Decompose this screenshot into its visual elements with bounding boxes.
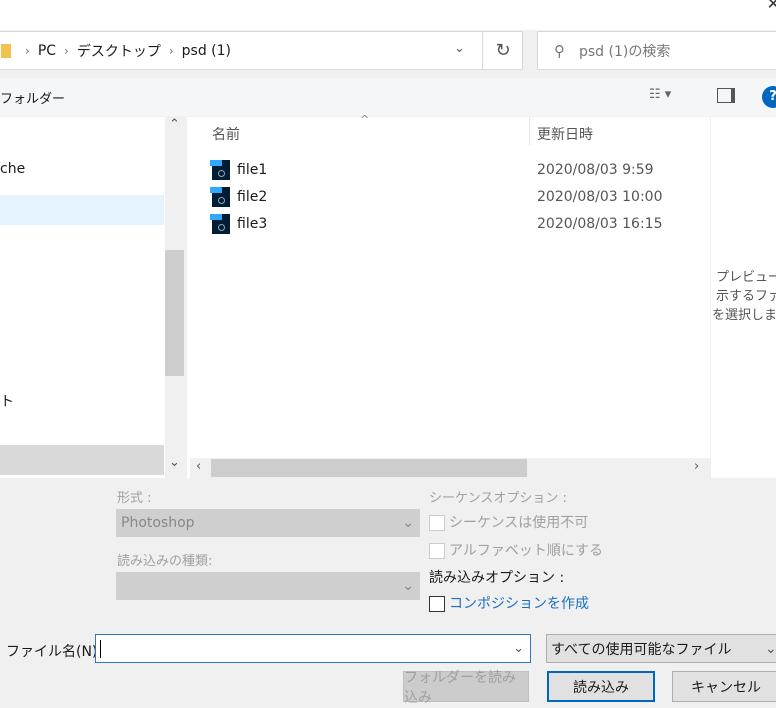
new-folder-button[interactable]: フォルダー <box>0 88 65 107</box>
alphabetical-checkbox[interactable]: アルファベット順にする <box>429 540 603 560</box>
breadcrumb-desktop[interactable]: デスクトップ <box>77 41 161 61</box>
nav-item-highlight[interactable] <box>0 445 164 475</box>
format-select[interactable]: Photoshop ⌄ <box>116 509 420 537</box>
file-name: file3 <box>237 216 268 232</box>
checkbox-label: シーケンスは使用不可 <box>449 515 589 531</box>
chevron-left-icon[interactable]: ‹ <box>196 459 201 474</box>
cancel-button[interactable]: キャンセル <box>672 671 776 702</box>
scrollbar-thumb[interactable] <box>165 250 184 376</box>
checkbox-label: コンポジションを作成 <box>449 596 589 612</box>
import-type-label: 読み込みの種類: <box>117 554 213 569</box>
filename-label: ファイル名(N): <box>6 644 103 660</box>
nav-item-selected[interactable] <box>0 195 164 225</box>
file-name: file1 <box>237 162 268 178</box>
file-list: ^ 名前 更新日時 file1 2020/08/03 9:59 file2 20… <box>187 113 710 478</box>
column-header-date[interactable]: 更新日時 <box>537 124 593 144</box>
chevron-down-icon[interactable]: ⌄ <box>169 455 180 470</box>
preview-pane-icon[interactable] <box>717 88 735 103</box>
search-placeholder: psd (1)の検索 <box>579 43 671 60</box>
nav-item[interactable]: che <box>0 161 25 177</box>
file-date: 2020/08/03 9:59 <box>537 162 654 178</box>
chevron-down-icon: ⌄ <box>402 578 414 594</box>
import-folder-button[interactable]: フォルダーを読み込み <box>403 670 529 706</box>
checkbox-label: アルファベット順にする <box>449 543 603 559</box>
refresh-icon: ↻ <box>495 40 511 61</box>
breadcrumb-pc[interactable]: PC <box>38 43 56 59</box>
nav-scrollbar[interactable]: ⌃ ⌄ <box>165 117 185 478</box>
chevron-right-icon: › <box>168 43 174 58</box>
horizontal-scrollbar[interactable]: ‹ › <box>190 458 710 478</box>
chevron-down-icon[interactable]: ⌄ <box>513 641 524 656</box>
file-row[interactable]: file3 <box>210 213 268 235</box>
psd-file-icon <box>210 187 230 207</box>
text-cursor <box>100 639 101 658</box>
sequence-options-label: シーケンスオプション : <box>429 491 567 506</box>
title-bar: ✕ <box>0 0 776 30</box>
file-row[interactable]: file1 <box>210 159 268 181</box>
chevron-down-icon[interactable]: ⌄ <box>454 41 465 56</box>
chevron-right-icon[interactable]: › <box>694 459 699 474</box>
breadcrumb-psd[interactable]: psd (1) <box>182 43 231 59</box>
chevron-up-icon[interactable]: ⌃ <box>169 117 180 132</box>
checkbox[interactable] <box>429 596 445 612</box>
nav-item[interactable]: ト <box>0 391 14 411</box>
help-icon[interactable]: ? <box>762 86 776 108</box>
chevron-down-icon: ⌄ <box>402 515 414 531</box>
file-type-value: すべての使用可能なファイル <box>551 641 732 658</box>
view-options-icon[interactable]: ☷ ▾ <box>649 87 671 102</box>
chevron-down-icon: ⌄ <box>765 640 776 657</box>
navigation-pane: che ト <box>0 117 165 478</box>
import-options-label: 読み込みオプション : <box>429 570 565 586</box>
checkbox[interactable] <box>429 515 445 531</box>
file-date: 2020/08/03 10:00 <box>537 189 663 205</box>
file-type-select[interactable]: すべての使用可能なファイル ⌄ <box>546 634 776 663</box>
file-name: file2 <box>237 189 268 205</box>
format-label: 形式 : <box>117 491 152 506</box>
address-bar[interactable]: › PC › デスクトップ › psd (1) ⌄ <box>0 31 523 70</box>
close-icon[interactable]: ✕ <box>767 0 776 13</box>
preview-pane: プレビューを 示するファ を選択しま <box>710 117 776 478</box>
checkbox[interactable] <box>429 543 445 559</box>
refresh-button[interactable]: ↻ <box>482 31 523 70</box>
preview-text: を選択しま <box>712 308 776 323</box>
preview-text: プレビューを <box>716 270 776 285</box>
chevron-right-icon: › <box>25 43 30 58</box>
psd-file-icon <box>210 160 230 180</box>
filename-input[interactable]: ⌄ <box>95 634 531 663</box>
create-composition-checkbox[interactable]: コンポジションを作成 <box>429 593 589 613</box>
sort-ascending-icon: ^ <box>360 113 370 126</box>
search-icon: ⚲ <box>554 41 565 60</box>
toolbar: フォルダー ☷ ▾ ? <box>0 78 776 116</box>
column-divider[interactable] <box>529 117 530 145</box>
sequence-checkbox[interactable]: シーケンスは使用不可 <box>429 512 588 532</box>
file-row[interactable]: file2 <box>210 186 268 208</box>
preview-text: 示するファ <box>716 289 776 304</box>
search-input[interactable]: ⚲ psd (1)の検索 <box>537 31 776 70</box>
folder-icon <box>1 43 11 58</box>
column-header-name[interactable]: 名前 <box>212 124 240 144</box>
import-button[interactable]: 読み込み <box>547 671 655 702</box>
scrollbar-thumb[interactable] <box>211 459 527 477</box>
format-value: Photoshop <box>121 515 195 531</box>
import-type-select[interactable]: ⌄ <box>116 572 420 600</box>
psd-file-icon <box>210 214 230 234</box>
chevron-right-icon: › <box>64 43 69 58</box>
file-date: 2020/08/03 16:15 <box>537 216 663 232</box>
